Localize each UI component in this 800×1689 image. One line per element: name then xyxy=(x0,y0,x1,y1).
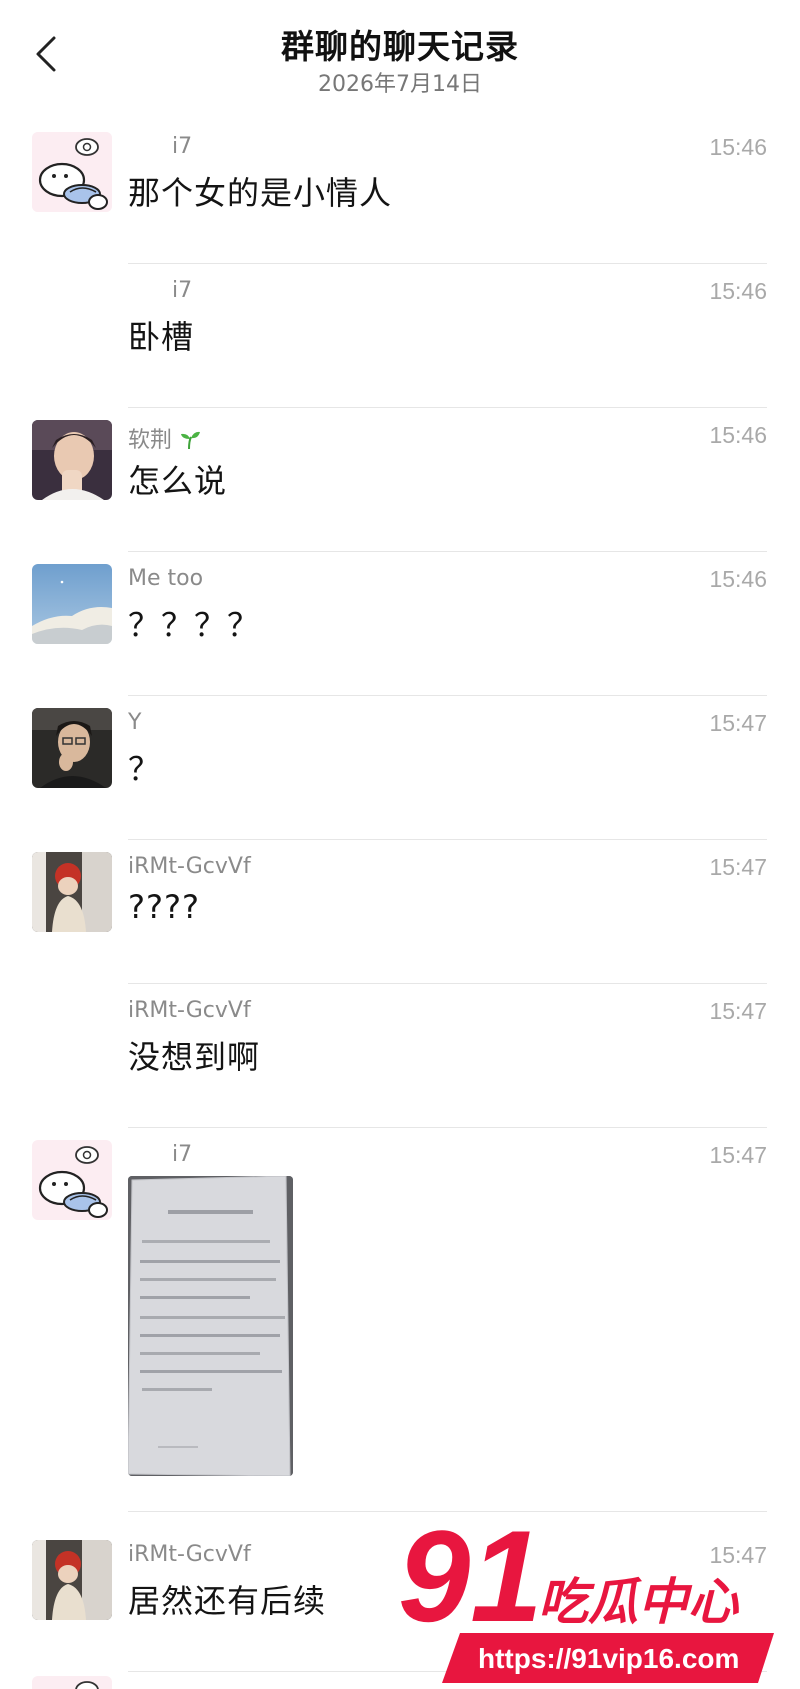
message-item[interactable]: i7 15:46 那个女的是小情人 xyxy=(0,120,800,264)
avatar[interactable] xyxy=(32,1140,112,1220)
sender-name: i7 xyxy=(172,134,193,159)
message-time: 15:46 xyxy=(709,278,767,304)
message-text: 居然还有后续 xyxy=(128,1582,327,1620)
message-time: 15:47 xyxy=(709,998,767,1024)
avatar-image xyxy=(32,708,112,788)
watermark-url: https://91vip16.com xyxy=(478,1643,739,1674)
message-item[interactable]: 软荆 15:46 怎么说 xyxy=(0,408,800,552)
sender-name: iRMt-GcvVf xyxy=(128,998,251,1023)
avatar-image xyxy=(75,1681,99,1689)
watermark-number: 91 xyxy=(398,1505,543,1649)
avatar[interactable] xyxy=(32,852,112,932)
sprout-icon xyxy=(181,431,201,450)
message-text: ???? xyxy=(128,888,200,926)
avatar-image xyxy=(32,420,112,500)
avatar-image xyxy=(32,564,112,644)
watermark-logo: 91 吃瓜中心 https://91vip16.com xyxy=(396,1501,774,1683)
message-item[interactable]: i7 15:47 xyxy=(0,1128,800,1512)
watermark: 91 吃瓜中心 https://91vip16.com xyxy=(396,1501,788,1683)
message-text: 那个女的是小情人 xyxy=(128,174,393,212)
avatar-image xyxy=(32,852,112,932)
message-text: ？？？？ xyxy=(128,606,261,644)
document-photo xyxy=(128,1176,293,1476)
message-item[interactable]: Me too 15:46 ？？？？ xyxy=(0,552,800,696)
avatar[interactable] xyxy=(32,1540,112,1620)
sender-name: Y xyxy=(128,710,142,735)
message-time: 15:47 xyxy=(709,710,767,736)
message-time: 15:46 xyxy=(709,134,767,160)
header: 群聊的聊天记录 2026年7月14日 xyxy=(0,0,800,110)
message-item[interactable]: Y 15:47 ？ xyxy=(0,696,800,840)
avatar-image xyxy=(32,132,112,212)
message-text: 卧槽 xyxy=(128,318,195,356)
sender-name: Me too xyxy=(128,566,204,591)
avatar-image xyxy=(32,1140,112,1220)
avatar[interactable] xyxy=(32,564,112,644)
sender-name: i7 xyxy=(172,278,193,303)
sender-name: iRMt-GcvVf xyxy=(128,854,251,879)
avatar[interactable] xyxy=(32,708,112,788)
message-text: 怎么说 xyxy=(128,462,228,500)
avatar[interactable] xyxy=(32,132,112,212)
sender-name: iRMt-GcvVf xyxy=(128,1542,251,1567)
message-time: 15:47 xyxy=(709,1142,767,1168)
message-time: 15:46 xyxy=(709,566,767,592)
message-time: 15:47 xyxy=(709,854,767,880)
message-text: 没想到啊 xyxy=(128,1038,261,1076)
avatar[interactable] xyxy=(32,1676,112,1689)
message-item[interactable]: iRMt-GcvVf 15:47 没想到啊 xyxy=(0,984,800,1128)
message-item[interactable]: i7 15:46 卧槽 xyxy=(0,264,800,408)
message-item[interactable]: iRMt-GcvVf 15:47 ???? xyxy=(0,840,800,984)
avatar-image xyxy=(32,1540,112,1620)
avatar[interactable] xyxy=(32,420,112,500)
page-title: 群聊的聊天记录 xyxy=(281,27,519,66)
photo-message[interactable] xyxy=(128,1176,293,1476)
message-text: ？ xyxy=(128,750,162,788)
watermark-brand: 吃瓜中心 xyxy=(538,1573,740,1631)
sender-name: i7 xyxy=(172,1142,193,1167)
message-time: 15:46 xyxy=(709,422,767,448)
page-date: 2026年7月14日 xyxy=(318,72,482,97)
sender-name: 软荆 xyxy=(128,422,201,454)
